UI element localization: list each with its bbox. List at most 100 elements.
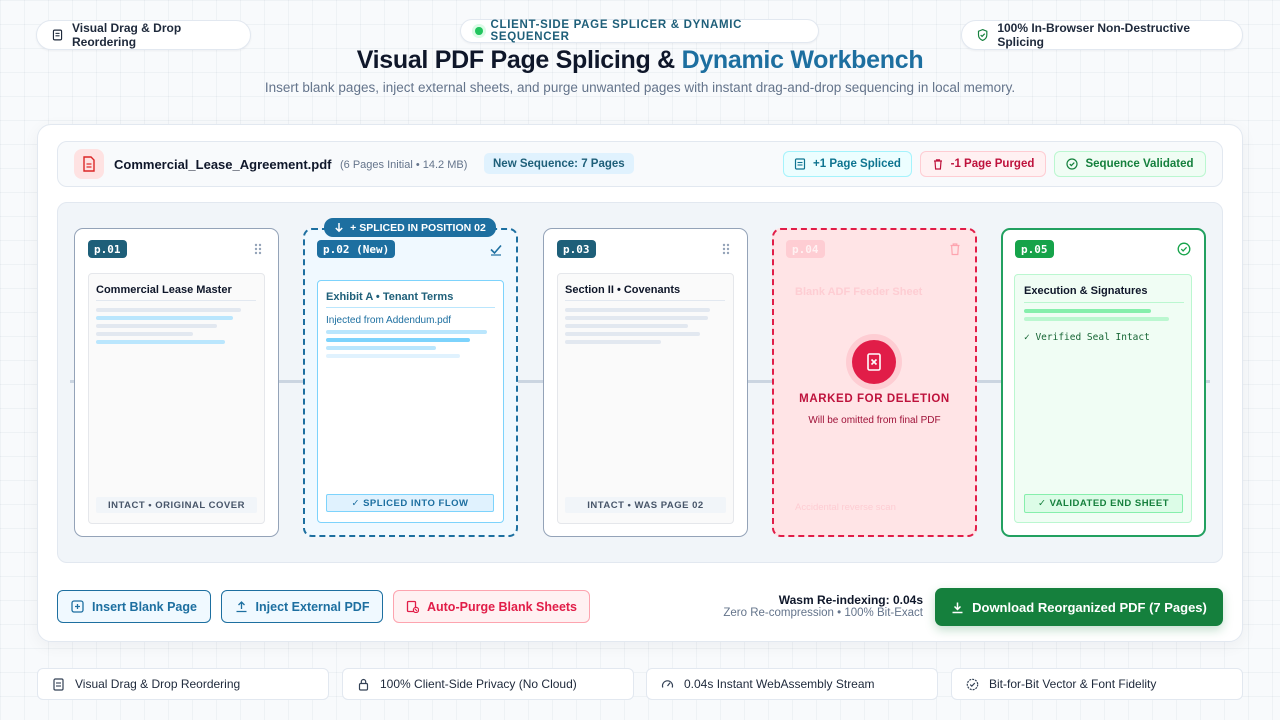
download-reorganized-pdf-button[interactable]: Download Reorganized PDF (7 Pages) (935, 588, 1223, 626)
shield-check-icon (977, 28, 988, 42)
title-accent: Dynamic Workbench (681, 46, 924, 74)
check-circle-icon (1066, 158, 1079, 170)
file-meta: (6 Pages Initial • 14.2 MB) (340, 159, 468, 171)
trash-icon (933, 159, 942, 170)
preview-divider (96, 300, 256, 301)
feature-webassembly: 0.04s Instant WebAssembly Stream (646, 668, 938, 700)
page-number-tag: p.01 (88, 240, 127, 258)
checkmark-icon (490, 244, 502, 256)
delete-file-icon (867, 353, 881, 371)
text-line (96, 332, 193, 336)
drag-handle-icon[interactable] (251, 242, 265, 256)
file-name: Commercial_Lease_Agreement.pdf (114, 157, 332, 172)
document-icon (53, 677, 64, 691)
page-status-footer: ✓ SPLICED INTO FLOW (326, 494, 494, 512)
text-line (565, 324, 688, 328)
text-line (1024, 309, 1151, 313)
auto-purge-blank-sheets-button[interactable]: Auto-Purge Blank Sheets (393, 590, 590, 623)
feature-fidelity: Bit-for-Bit Vector & Font Fidelity (951, 668, 1243, 700)
badge-check-icon (966, 678, 979, 690)
text-line (565, 316, 708, 320)
status-validated-label: Sequence Validated (1085, 158, 1194, 170)
text-line (326, 346, 436, 350)
text-line (565, 308, 710, 312)
reindex-performance: Wasm Re-indexing: 0.04s (778, 593, 923, 607)
title-main: Visual PDF Page Splicing & (356, 46, 676, 74)
page-status-footer: INTACT • ORIGINAL COVER (96, 497, 257, 513)
text-line (1024, 317, 1169, 321)
insert-blank-page-button[interactable]: Insert Blank Page (57, 590, 211, 623)
page-status-footer: ✓ VALIDATED END SHEET (1024, 494, 1183, 513)
status-validated-badge: Sequence Validated (1054, 151, 1206, 177)
delete-marker-inner (852, 340, 896, 384)
insert-blank-label: Insert Blank Page (92, 599, 197, 614)
page-status-footer: Accidental reverse scan (795, 502, 896, 513)
feature-label: 100% Client-Side Privacy (No Cloud) (380, 677, 577, 691)
text-line (96, 316, 233, 320)
page-title: Visual PDF Page Splicing & Dynamic Workb… (0, 46, 1280, 75)
splicer-badge: CLIENT-SIDE PAGE SPLICER & DYNAMIC SEQUE… (460, 19, 819, 43)
status-purged-badge: -1 Page Purged (920, 151, 1046, 177)
page-subtitle: Insert blank pages, inject external shee… (264, 80, 1016, 95)
page-preview-title: Blank ADF Feeder Sheet (795, 286, 923, 298)
splicer-badge-label: CLIENT-SIDE PAGE SPLICER & DYNAMIC SEQUE… (490, 19, 743, 43)
page-number-tag: p.02 (New) (317, 240, 396, 258)
feature-label: 0.04s Instant WebAssembly Stream (684, 677, 875, 691)
page-preview-title: Execution & Signatures (1024, 285, 1148, 297)
page-status-footer: INTACT • WAS PAGE 02 (565, 497, 726, 513)
inject-external-label: Inject External PDF (255, 599, 370, 614)
text-line (96, 308, 241, 312)
upload-icon (236, 601, 247, 613)
spliced-badge-label: + SPLICED IN POSITION 02 (350, 221, 486, 234)
status-spliced-label: +1 Page Spliced (813, 158, 901, 170)
marked-for-deletion-label: MARKED FOR DELETION (799, 393, 950, 405)
purge-icon (406, 600, 419, 613)
feature-pill-label: Visual Drag & Drop Reordering (72, 21, 182, 49)
page-preview-title: Exhibit A • Tenant Terms (326, 291, 454, 303)
text-line (326, 354, 460, 358)
spliced-position-badge: + SPLICED IN POSITION 02 (324, 218, 496, 237)
page-number-tag: p.05 (1015, 240, 1054, 258)
feature-drag-drop: Visual Drag & Drop Reordering (37, 668, 329, 700)
status-purged-label: -1 Page Purged (950, 158, 1035, 170)
text-line (565, 340, 661, 344)
gauge-icon (661, 679, 674, 688)
preview-divider (326, 307, 495, 308)
feature-pill-label: 100% In-Browser Non-Destructive Splicing (997, 21, 1191, 49)
inject-external-pdf-button[interactable]: Inject External PDF (221, 590, 383, 623)
injection-source-note: Injected from Addendum.pdf (326, 315, 452, 326)
page-preview-title: Commercial Lease Master (96, 284, 232, 296)
marked-for-deletion-subtext: Will be omitted from final PDF (808, 415, 941, 426)
plus-square-icon (71, 600, 84, 613)
auto-purge-label: Auto-Purge Blank Sheets (426, 599, 578, 614)
document-icon (52, 29, 63, 41)
text-line (326, 338, 470, 342)
reindex-details: Zero Re-compression • 100% Bit-Exact (723, 607, 923, 619)
arrow-down-icon (335, 223, 343, 233)
status-spliced-badge: +1 Page Spliced (783, 151, 912, 177)
download-label: Download Reorganized PDF (7 Pages) (972, 599, 1207, 615)
text-line (96, 324, 217, 328)
lock-icon (358, 678, 369, 691)
feature-label: Visual Drag & Drop Reordering (75, 677, 241, 691)
seal-verification-note: ✓ Verified Seal Intact (1024, 332, 1150, 343)
page-number-tag: p.04 (786, 240, 825, 258)
pdf-file-icon (74, 149, 104, 179)
feature-privacy: 100% Client-Side Privacy (No Cloud) (342, 668, 634, 700)
preview-divider (1024, 302, 1184, 303)
page-preview-title: Section II • Covenants (565, 284, 681, 296)
feature-label: Bit-for-Bit Vector & Font Fidelity (989, 677, 1157, 691)
trash-icon[interactable] (948, 242, 962, 256)
document-plus-icon (794, 158, 806, 170)
text-line (326, 330, 487, 334)
preview-divider (565, 300, 725, 301)
drag-handle-icon[interactable] (719, 242, 733, 256)
text-line (96, 340, 225, 344)
text-line (565, 332, 700, 336)
status-dot (475, 27, 483, 35)
check-circle-icon (1177, 242, 1191, 256)
delete-marker-circle (846, 334, 902, 390)
download-icon (952, 602, 963, 613)
sequence-badge: New Sequence: 7 Pages (484, 153, 634, 174)
page-number-tag: p.03 (557, 240, 596, 258)
